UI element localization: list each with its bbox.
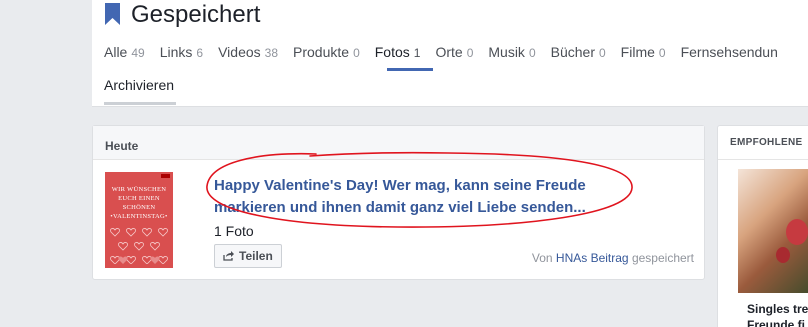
recommendations-header: EMPFOHLENE bbox=[718, 126, 808, 160]
tab-count: 0 bbox=[598, 46, 606, 60]
filter-tabs: Alle 49 Links 6 Videos 38 Produkte 0 Fotos 1 Orte 0… bbox=[104, 43, 793, 62]
thumbnail-text-line: •VALENTINSTAG• bbox=[110, 213, 168, 220]
saved-source-link[interactable]: HNAs Beitrag bbox=[556, 251, 629, 265]
tab-produkte[interactable]: Produkte 0 bbox=[293, 43, 360, 62]
tab-alle[interactable]: Alle 49 bbox=[104, 43, 145, 62]
recommendation-caption[interactable]: Singles tre Freunde fi bbox=[747, 301, 808, 327]
saved-header-panel: Gespeichert Alle 49 Links 6 Videos 38 Produkte… bbox=[92, 0, 808, 107]
tab-videos[interactable]: Videos 38 bbox=[218, 43, 278, 62]
tab-count: 0 bbox=[658, 46, 666, 60]
tab-count: 49 bbox=[131, 46, 145, 60]
photo-count: 1 Foto bbox=[214, 223, 254, 239]
active-tab-indicator bbox=[387, 68, 433, 71]
section-label: Heute bbox=[105, 139, 139, 153]
page-title: Gespeichert bbox=[131, 1, 261, 28]
tab-count: 0 bbox=[353, 46, 360, 60]
share-button[interactable]: Teilen bbox=[214, 244, 282, 268]
bookmark-icon bbox=[105, 3, 120, 25]
caption-line: Singles tre bbox=[747, 302, 808, 316]
saved-items-card: Heute WIR WÜNSCHEN EUCH EINEN SCHÖNEN •V… bbox=[92, 125, 705, 280]
tab-fernsehsendun[interactable]: Fernsehsendun bbox=[681, 43, 778, 62]
recommendations-panel: EMPFOHLENE Singles tre Freunde fi bbox=[717, 125, 808, 327]
saved-from-text: Von HNAs Beitrag gespeichert bbox=[532, 251, 694, 265]
saved-prefix: Von bbox=[531, 251, 553, 265]
tab-label: Links bbox=[159, 44, 193, 60]
tab-count: 6 bbox=[196, 46, 204, 60]
tab-filme[interactable]: Filme 0 bbox=[621, 43, 666, 62]
tab-orte[interactable]: Orte 0 bbox=[435, 43, 473, 62]
thumbnail-text-line: EUCH EINEN bbox=[118, 195, 160, 202]
rose-shape bbox=[786, 219, 808, 245]
tab-count: 0 bbox=[528, 46, 536, 60]
thumbnail-badge bbox=[161, 174, 170, 178]
hearts-pattern-icon bbox=[110, 228, 168, 264]
tab-fotos[interactable]: Fotos 1 bbox=[375, 43, 421, 62]
tab-count: 1 bbox=[413, 46, 421, 60]
tab-label: Produkte bbox=[293, 44, 350, 60]
thumbnail-text: WIR WÜNSCHEN EUCH EINEN SCHÖNEN •VALENTI… bbox=[105, 185, 173, 221]
tab-label: Alle bbox=[104, 44, 128, 60]
caption-line: Freunde fi bbox=[747, 318, 806, 327]
tab-label: Videos bbox=[218, 44, 261, 60]
archive-underline bbox=[104, 102, 176, 105]
post-thumbnail[interactable]: WIR WÜNSCHEN EUCH EINEN SCHÖNEN •VALENTI… bbox=[105, 172, 173, 268]
saved-suffix: gespeichert bbox=[631, 251, 694, 265]
tab-label: Orte bbox=[435, 44, 463, 60]
thumbnail-text-line: WIR WÜNSCHEN bbox=[111, 186, 167, 193]
tab-bücher[interactable]: Bücher 0 bbox=[551, 43, 606, 62]
tab-label: Fotos bbox=[374, 44, 410, 60]
card-header: Heute bbox=[93, 126, 704, 160]
thumbnail-text-line: SCHÖNEN bbox=[122, 204, 156, 211]
post-title-link[interactable]: Happy Valentine's Day! Wer mag, kann sei… bbox=[214, 175, 634, 219]
tab-label: Musik bbox=[488, 44, 525, 60]
rose-shape bbox=[776, 247, 790, 263]
tab-archive[interactable]: Archivieren bbox=[104, 76, 174, 94]
share-icon bbox=[223, 251, 234, 261]
tab-links[interactable]: Links 6 bbox=[160, 43, 203, 62]
tab-musik[interactable]: Musik 0 bbox=[488, 43, 535, 62]
tab-label: Bücher bbox=[550, 44, 595, 60]
tab-label: Filme bbox=[620, 44, 655, 60]
tab-count: 0 bbox=[466, 46, 474, 60]
tab-label: Fernsehsendun bbox=[680, 44, 778, 60]
share-label: Teilen bbox=[239, 249, 273, 263]
tab-count: 38 bbox=[264, 46, 279, 60]
recommendation-image[interactable] bbox=[738, 169, 808, 293]
